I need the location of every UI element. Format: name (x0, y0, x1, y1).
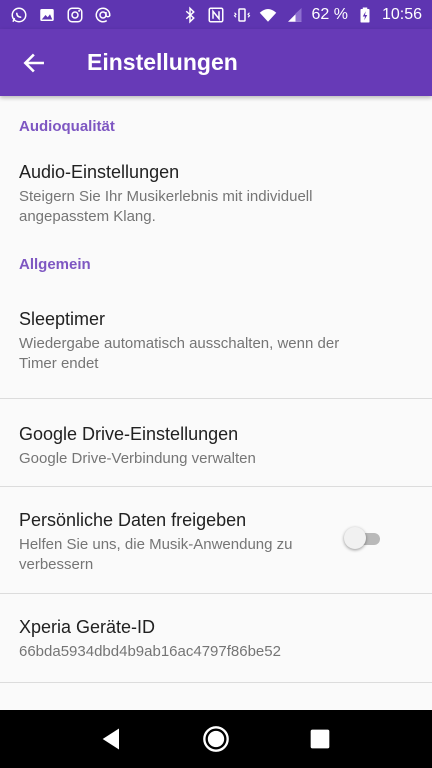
section-header-general: Allgemein (19, 256, 91, 273)
status-bar: 62 % 10:56 (0, 0, 432, 29)
navigation-bar (0, 710, 432, 768)
clock: 10:56 (381, 5, 422, 23)
nav-back-button[interactable] (88, 715, 136, 763)
signal-icon (285, 6, 303, 24)
app-bar: Einstellungen (0, 29, 432, 96)
pref-audio-settings-title: Audio-Einstellungen (19, 162, 180, 182)
pref-device-id-value: 66bda5934dbd4b9ab16ac4797f86be52 (19, 643, 281, 660)
status-bar-notifications (10, 6, 112, 24)
whatsapp-icon (10, 6, 28, 24)
pref-sleeptimer-summary: Wiedergabe automatisch ausschalten, wenn… (19, 335, 340, 372)
pref-sleeptimer[interactable]: Sleeptimer Wiedergabe automatisch aussch… (0, 292, 432, 398)
pref-audio-settings[interactable]: Audio-Einstellungen Steigern Sie Ihr Mus… (0, 144, 432, 250)
pref-share-data-summary: Helfen Sie uns, die Musik-Anwendung zu v… (19, 536, 293, 573)
home-circle-icon (203, 726, 229, 752)
instagram-icon (66, 6, 84, 24)
vibrate-icon (233, 6, 251, 24)
divider (0, 682, 432, 683)
pref-google-drive[interactable]: Google Drive-Einstellungen Google Drive-… (0, 399, 432, 486)
screen: 62 % 10:56 Einstellungen Audioqualität A… (0, 0, 432, 768)
bluetooth-icon (181, 5, 199, 24)
pref-share-data[interactable]: Persönliche Daten freigeben Helfen Sie u… (0, 487, 432, 593)
toggle-thumb (344, 527, 366, 549)
nfc-icon (207, 6, 225, 24)
pref-audio-settings-summary: Steigern Sie Ihr Musikerlebnis mit indiv… (19, 188, 313, 225)
image-icon (38, 6, 56, 24)
pref-device-id-title: Xperia Geräte-ID (19, 617, 156, 637)
battery-percent: 62 % (311, 5, 348, 23)
battery-charging-icon (356, 6, 374, 24)
at-icon (94, 6, 112, 24)
pref-sleeptimer-title: Sleeptimer (19, 309, 106, 329)
section-header-audio: Audioqualität (19, 118, 115, 135)
recents-square-icon (310, 729, 330, 749)
pref-google-drive-title: Google Drive-Einstellungen (19, 424, 239, 444)
arrow-back-icon (23, 53, 44, 72)
pref-device-id[interactable]: Xperia Geräte-ID 66bda5934dbd4b9ab16ac47… (0, 594, 432, 682)
back-triangle-icon (102, 728, 119, 750)
wifi-icon (259, 6, 277, 24)
back-button[interactable] (6, 35, 62, 91)
share-data-toggle[interactable] (344, 527, 382, 549)
nav-recents-button[interactable] (296, 715, 344, 763)
status-bar-system: 62 % 10:56 (181, 5, 422, 24)
page-title: Einstellungen (87, 49, 238, 75)
nav-home-button[interactable] (192, 715, 240, 763)
pref-google-drive-summary: Google Drive-Verbindung verwalten (19, 450, 256, 467)
settings-list[interactable]: Audioqualität Audio-Einstellungen Steige… (0, 96, 432, 710)
